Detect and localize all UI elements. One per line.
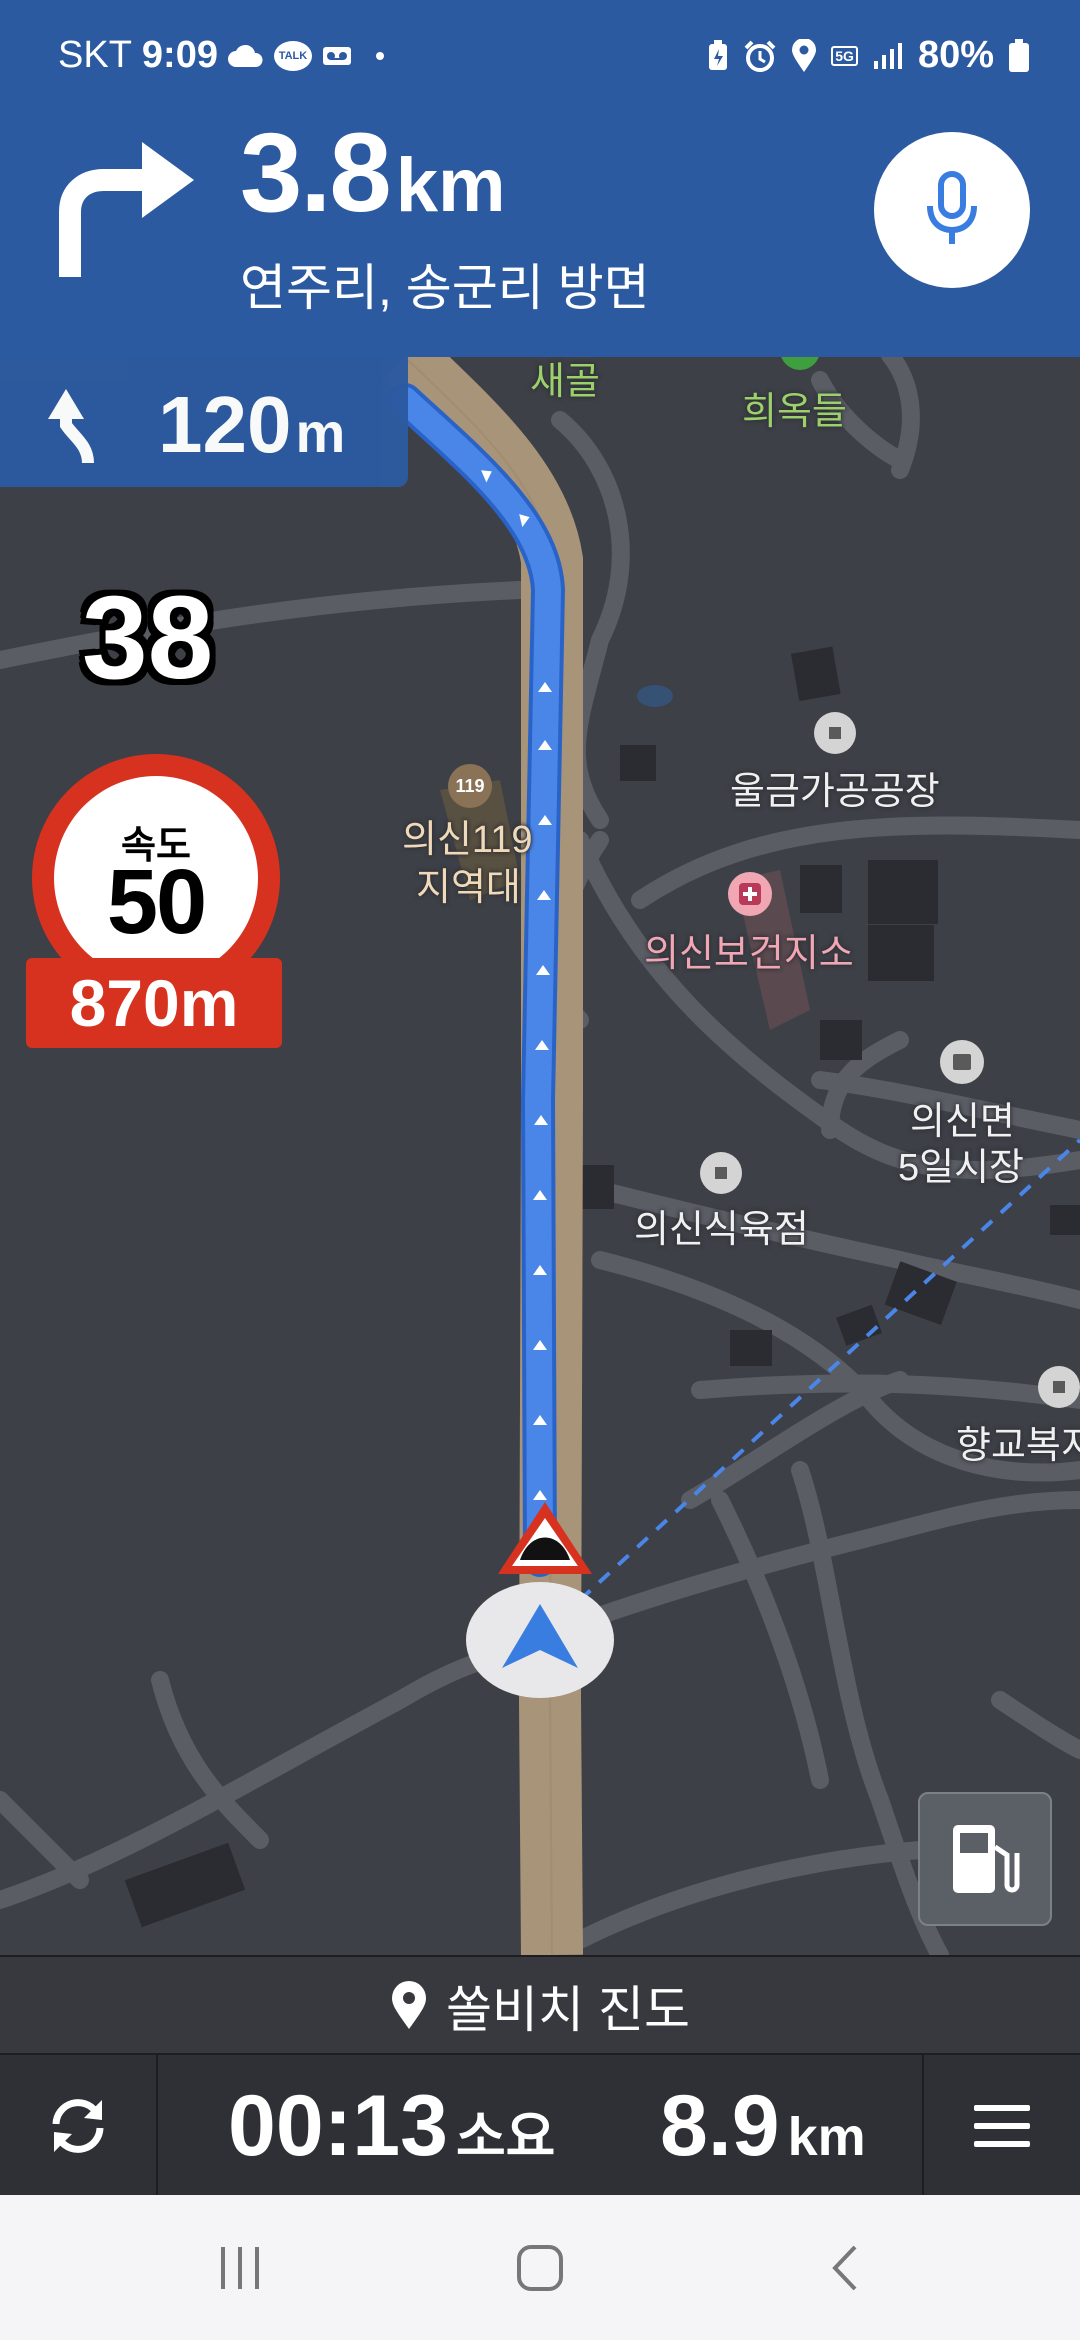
- battery-icon: [1009, 38, 1029, 72]
- poi-butcher-icon[interactable]: [700, 1152, 742, 1194]
- map-label-fire-station-2[interactable]: 지역대: [416, 856, 521, 911]
- map-label-health-center[interactable]: 의신보건지소: [644, 922, 854, 977]
- reroute-button[interactable]: [0, 2055, 158, 2197]
- location-pin-icon: [392, 1981, 427, 2029]
- next-turn-panel: 120m: [0, 357, 408, 487]
- map-label-fire-station-1[interactable]: 의신119: [402, 808, 533, 863]
- remaining-distance: 8.9 km: [660, 2077, 866, 2176]
- menu-button[interactable]: [922, 2055, 1080, 2197]
- home-button[interactable]: [480, 2225, 600, 2311]
- voicemail-icon: [322, 46, 351, 65]
- turn-left-curve-icon: [48, 389, 94, 464]
- guidance-header: SKT 9:09 TALK 5G 80% 3.8km 연주리, 송군리 방면: [0, 0, 1080, 357]
- status-bar: SKT 9:09 TALK 5G 80%: [0, 0, 1080, 110]
- cloud-icon: [227, 44, 263, 67]
- remaining-distance-unit: km: [787, 2107, 866, 2167]
- remaining-distance-value: 8.9: [660, 2078, 780, 2174]
- shopping-bag-icon[interactable]: [940, 1040, 984, 1084]
- map-label-factory[interactable]: 울금가공공장: [730, 760, 940, 815]
- hospital-cross-icon[interactable]: [728, 872, 772, 916]
- turn-distance-value: 3.8: [240, 110, 392, 235]
- battery-saver-icon: [709, 39, 728, 70]
- location-icon: [792, 38, 817, 72]
- dot-icon: [375, 51, 384, 60]
- map-label-saegol: 새골: [530, 361, 600, 403]
- speed-camera-distance: 870m: [26, 958, 282, 1048]
- back-icon: [832, 2245, 857, 2291]
- eta-value: 00:13: [228, 2078, 448, 2174]
- kakaotalk-icon: TALK: [273, 40, 312, 71]
- next-turn-distance: 120m: [158, 379, 345, 471]
- current-location-marker: [466, 1582, 614, 1698]
- map-label-welfare[interactable]: 향교복지: [956, 1414, 1080, 1469]
- system-navigation-bar: [0, 2195, 1080, 2340]
- destination-name: 쏠비치 진도: [446, 1982, 690, 2038]
- map-label-huiokdeul: 희옥들: [742, 391, 847, 433]
- alarm-icon: [744, 40, 776, 72]
- speed-limit-value: 50: [106, 851, 207, 953]
- microphone-icon: [927, 171, 977, 244]
- refresh-icon: [52, 2099, 104, 2153]
- fire-station-icon[interactable]: 119: [448, 764, 492, 808]
- map-label-butcher[interactable]: 의신식육점: [634, 1198, 809, 1253]
- current-speed: 38: [82, 572, 214, 704]
- battery-percent: 80%: [917, 34, 994, 76]
- next-turn-distance-value: 120: [158, 380, 292, 469]
- signal-icon: [873, 42, 902, 69]
- gas-pump-icon: [953, 1825, 1020, 1893]
- direction-text: 연주리, 송군리 방면: [240, 260, 650, 316]
- voice-search-button[interactable]: [874, 132, 1030, 288]
- recent-apps-icon: [221, 2247, 259, 2289]
- gas-station-button[interactable]: [918, 1792, 1052, 1926]
- eta-unit: 소요: [455, 2107, 556, 2167]
- network-type-badge: 5G: [831, 45, 858, 66]
- status-time: 9:09: [141, 34, 218, 76]
- destination-bar[interactable]: 쏠비치 진도: [0, 1955, 1080, 2055]
- recent-apps-button[interactable]: [180, 2225, 300, 2311]
- turn-right-icon: [59, 142, 194, 277]
- map-label-market-2[interactable]: 5일시장: [898, 1136, 1024, 1191]
- turn-distance: 3.8km: [240, 108, 506, 237]
- turn-distance-unit: km: [395, 143, 506, 228]
- hamburger-menu-icon: [974, 2105, 1030, 2147]
- trip-info-bar: 00:13 소요 8.9 km: [0, 2053, 1080, 2197]
- carrier-label: SKT: [58, 34, 132, 76]
- poi-welfare-icon[interactable]: [1038, 1366, 1080, 1408]
- home-icon: [517, 2245, 563, 2291]
- eta: 00:13 소요: [228, 2077, 555, 2176]
- back-button[interactable]: [786, 2225, 906, 2311]
- next-turn-distance-unit: m: [295, 401, 346, 464]
- poi-factory-icon[interactable]: [814, 712, 856, 754]
